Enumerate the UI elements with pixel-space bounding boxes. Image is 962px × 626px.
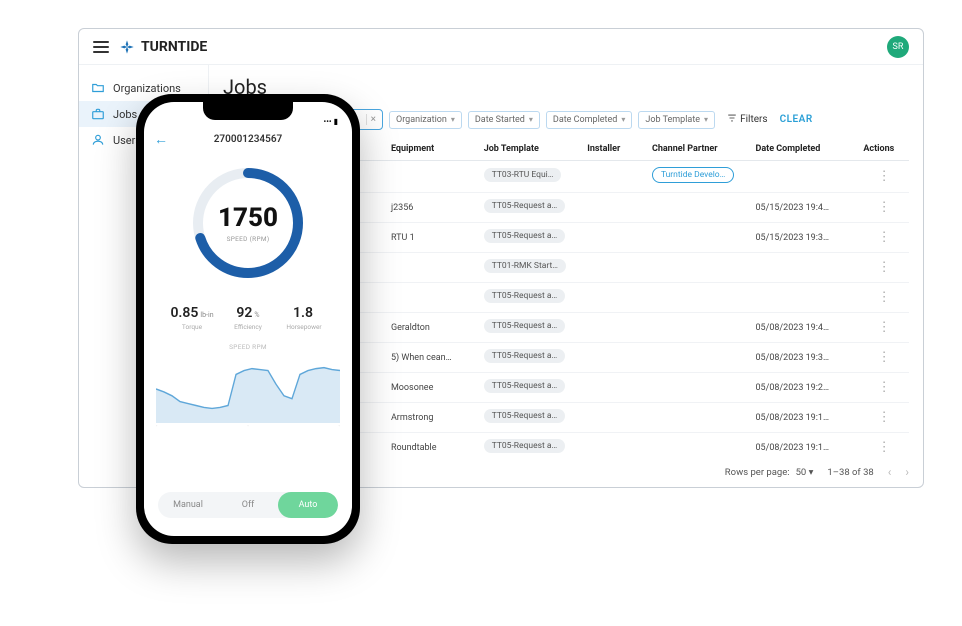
row-actions-button[interactable]: ⋮ (859, 223, 909, 253)
phone-title-bar: ← 270001234567 (144, 128, 352, 151)
gauge-label: SPEED (RPM) (227, 235, 270, 243)
col-actions: Actions (859, 138, 909, 161)
phone-line-chart (144, 351, 352, 423)
row-actions-button[interactable]: ⋮ (859, 283, 909, 313)
phone-screen: ••• ▮ ← 270001234567 1750 SPEED (RPM) 0.… (144, 102, 352, 536)
phone-footer: Manual Off Auto (144, 482, 352, 536)
next-page-button[interactable]: › (905, 465, 909, 479)
brand-logo-icon (119, 39, 135, 55)
col-channel-partner[interactable]: Channel Partner (648, 138, 752, 161)
gauge-value: 1750 (218, 203, 278, 233)
folder-icon (91, 81, 105, 95)
metric-label: Torque (164, 323, 220, 331)
mode-segmented-control: Manual Off Auto (158, 492, 338, 518)
metric-efficiency: 92% Efficiency (220, 305, 276, 331)
col-installer[interactable]: Installer (583, 138, 648, 161)
sidebar-item-label: Jobs (113, 108, 137, 121)
row-actions-button[interactable]: ⋮ (859, 373, 909, 403)
filter-job-template[interactable]: Job Template (638, 111, 715, 129)
sidebar-item-label: Organizations (113, 82, 181, 95)
mode-off-button[interactable]: Off (218, 492, 278, 518)
filter-date-started[interactable]: Date Started (468, 111, 540, 129)
phone-chart-title: SPEED RPM (144, 343, 352, 351)
brand: TURNTIDE (119, 39, 207, 55)
prev-page-button[interactable]: ‹ (888, 465, 892, 479)
mode-manual-button[interactable]: Manual (158, 492, 218, 518)
metric-torque: 0.85lb-in Torque (164, 305, 220, 331)
speed-gauge: 1750 SPEED (RPM) (188, 163, 308, 283)
col-date-completed[interactable]: Date Completed (751, 138, 859, 161)
phone-back-button[interactable]: ← (154, 131, 168, 148)
phone-mockup: ••• ▮ ← 270001234567 1750 SPEED (RPM) 0.… (136, 94, 360, 544)
brand-name: TURNTIDE (141, 39, 207, 55)
phone-title: 270001234567 (214, 134, 283, 145)
metric-horsepower: 1.8 Horsepower (276, 305, 332, 331)
filters-button[interactable]: Filters (727, 113, 768, 126)
phone-status-icons: ••• ▮ (324, 117, 338, 126)
pagination-range: 1–38 of 38 (827, 467, 873, 478)
phone-notch (203, 102, 293, 120)
menu-toggle-icon[interactable] (93, 41, 109, 53)
clear-filters-button[interactable]: CLEAR (780, 114, 813, 125)
col-job-template[interactable]: Job Template (480, 138, 584, 161)
row-actions-button[interactable]: ⋮ (859, 343, 909, 373)
user-icon (91, 133, 105, 147)
gauge-area: 1750 SPEED (RPM) (144, 151, 352, 291)
row-actions-button[interactable]: ⋮ (859, 193, 909, 223)
metric-label: Efficiency (220, 323, 276, 331)
row-actions-button[interactable]: ⋮ (859, 313, 909, 343)
user-avatar[interactable]: SR (887, 36, 909, 58)
briefcase-icon (91, 107, 105, 121)
clear-search-icon[interactable]: × (366, 114, 376, 125)
metrics-row: 0.85lb-in Torque 92% Efficiency 1.8 Hors… (144, 291, 352, 335)
metric-label: Horsepower (276, 323, 332, 331)
filters-label: Filters (740, 114, 768, 125)
col-equipment[interactable]: Equipment (387, 138, 480, 161)
row-actions-button[interactable]: ⋮ (859, 253, 909, 283)
filter-icon (727, 113, 737, 126)
mode-auto-button[interactable]: Auto (278, 492, 338, 518)
rows-per-page-value[interactable]: 50 ▾ (796, 467, 814, 478)
app-header: TURNTIDE SR (79, 29, 923, 65)
filter-organization[interactable]: Organization (389, 111, 462, 129)
row-actions-button[interactable]: ⋮ (859, 403, 909, 433)
filter-date-completed[interactable]: Date Completed (546, 111, 632, 129)
rows-per-page-label: Rows per page: (725, 467, 790, 478)
row-actions-button[interactable]: ⋮ (859, 161, 909, 193)
row-actions-button[interactable]: ⋮ (859, 433, 909, 458)
